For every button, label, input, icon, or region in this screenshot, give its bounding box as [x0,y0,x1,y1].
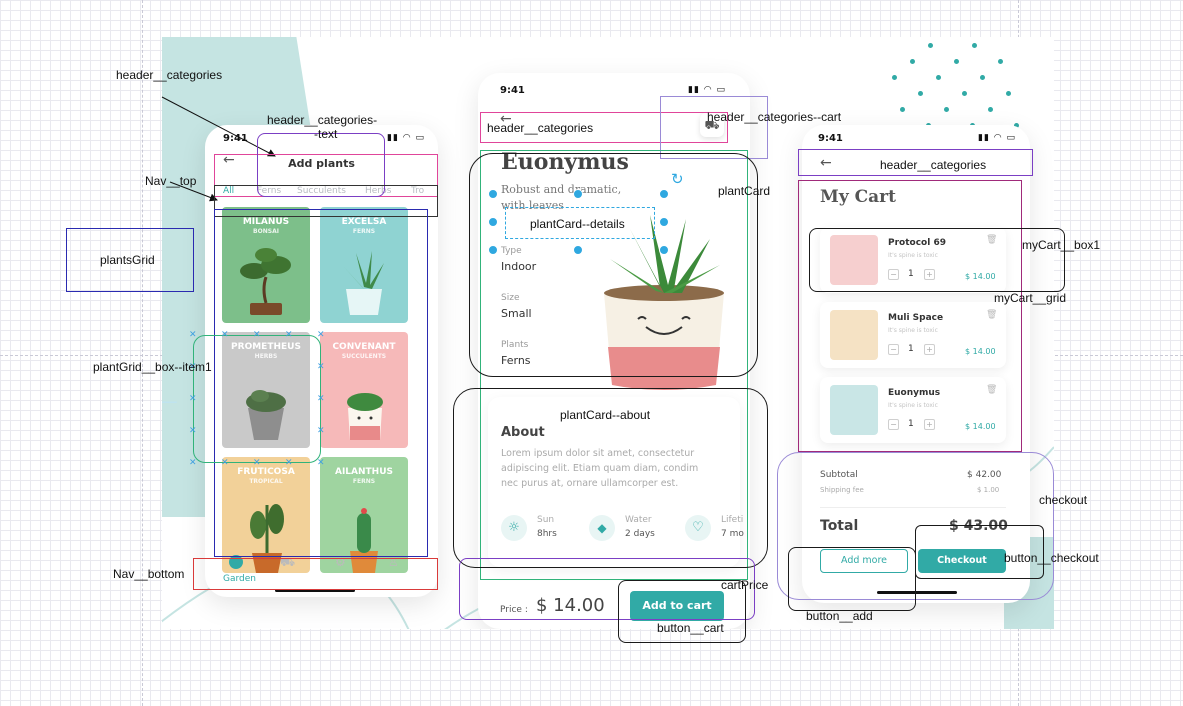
annotation-label: myCart__grid [994,291,1067,305]
selection-handle[interactable] [573,189,583,199]
connection-point: ✕ [253,330,261,340]
annotation-label: header__categories--cart [707,110,842,124]
connection-point: ✕ [189,426,197,436]
annotation-label: Nav__bottom [113,567,185,581]
annotation-button-add [788,547,916,611]
annotation-label: button__add [806,609,873,623]
annotation-label: Nav__top [145,174,197,188]
annotation-label: plantCard [718,184,771,198]
annotation-label: cartPrice [721,578,769,592]
annotation-label: header__categories [487,121,594,135]
connection-point: ✕ [317,330,325,340]
selection-handle[interactable] [659,189,669,199]
selection-handle[interactable] [659,217,669,227]
selection-handle[interactable] [659,245,669,255]
connection-point: ✕ [285,330,293,340]
rotate-icon[interactable]: ↻ [671,170,684,188]
selection-handle[interactable] [488,217,498,227]
annotation-plant-grid-item [193,335,321,463]
connection-point: ✕ [189,394,197,404]
connection-point: ✕ [253,458,261,468]
connection-point: ✕ [189,330,197,340]
annotation-label: button__checkout [1004,551,1099,565]
annotation-label: plantCard--details [530,217,625,231]
annotation-plant-card [469,153,758,377]
connection-point: ✕ [317,362,325,372]
connection-point: ✕ [317,458,325,468]
annotation-my-cart-grid [798,180,1022,452]
connection-point: ✕ [285,458,293,468]
connection-point: ✕ [221,458,229,468]
annotation-label: plantGrid__box--item1 [93,360,212,374]
annotation-label: header__categories [116,68,223,82]
annotation-label: header__categories- [267,113,378,127]
annotation-label: myCart__box1 [1022,238,1101,252]
selection-handle[interactable] [573,245,583,255]
annotation-label: plantsGrid [100,253,155,267]
annotation-label: plantCard--about [560,408,651,422]
connection-point: ✕ [189,458,197,468]
selection-handle[interactable] [488,189,498,199]
annotation-nav-bottom [193,558,438,590]
connection-point: ✕ [221,330,229,340]
connection-point: ✕ [317,394,325,404]
annotation-label: -text [314,127,338,141]
selection-handle[interactable] [488,245,498,255]
annotation-label: button__cart [657,621,724,635]
annotation-label: checkout [1039,493,1088,507]
connection-point: ✕ [317,426,325,436]
annotation-label: header__categories [880,158,987,172]
